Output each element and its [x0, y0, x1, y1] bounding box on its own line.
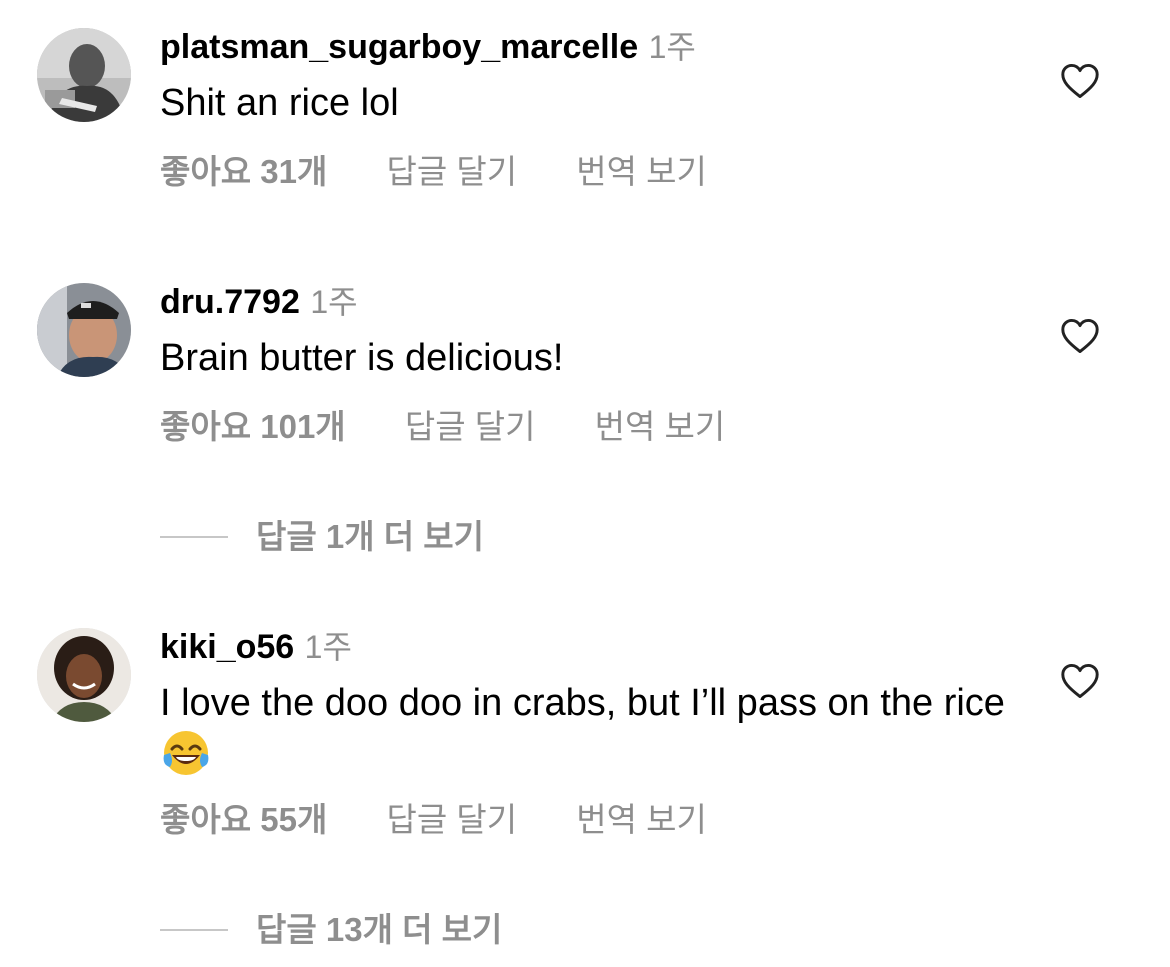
view-replies-button[interactable]: 답글 13개 더 보기 — [160, 913, 502, 946]
comment-header: kiki_o56 1주 — [160, 630, 352, 664]
laughing-tears-emoji-icon — [160, 727, 212, 779]
comment-text: I love the doo doo in crabs, but I’ll pa… — [160, 680, 1040, 781]
avatar-photo-icon — [37, 283, 131, 377]
comment-text-body: I love the doo doo in crabs, but I’ll pa… — [160, 682, 1005, 724]
comment-header: platsman_sugarboy_marcelle 1주 — [160, 30, 696, 64]
reply-button[interactable]: 답글 달기 — [387, 801, 518, 838]
username[interactable]: kiki_o56 — [160, 628, 294, 666]
username[interactable]: platsman_sugarboy_marcelle — [160, 28, 638, 66]
username[interactable]: dru.7792 — [160, 283, 300, 321]
view-replies-button[interactable]: 답글 1개 더 보기 — [160, 520, 484, 553]
comment-header: dru.7792 1주 — [160, 285, 358, 319]
heart-icon[interactable] — [1060, 63, 1100, 99]
likes-count[interactable]: 좋아요 101개 — [160, 408, 346, 445]
comment-actions: 좋아요 31개 답글 달기 번역 보기 — [160, 155, 757, 188]
timestamp: 1주 — [648, 29, 696, 65]
reply-button[interactable]: 답글 달기 — [405, 408, 536, 445]
comment-text: Brain butter is delicious! — [160, 337, 564, 379]
replies-divider — [160, 536, 228, 539]
likes-count[interactable]: 좋아요 55개 — [160, 801, 327, 838]
translate-button[interactable]: 번역 보기 — [595, 408, 726, 445]
comment-text: Shit an rice lol — [160, 82, 399, 124]
avatar[interactable] — [37, 283, 131, 377]
translate-button[interactable]: 번역 보기 — [576, 801, 707, 838]
reply-button[interactable]: 답글 달기 — [387, 153, 518, 190]
translate-button[interactable]: 번역 보기 — [576, 153, 707, 190]
heart-icon[interactable] — [1060, 318, 1100, 354]
avatar[interactable] — [37, 28, 131, 122]
timestamp: 1주 — [304, 629, 352, 665]
view-replies-label: 답글 1개 더 보기 — [256, 518, 485, 555]
view-replies-label: 답글 13개 더 보기 — [256, 911, 503, 948]
likes-count[interactable]: 좋아요 31개 — [160, 153, 327, 190]
comment-actions: 좋아요 101개 답글 달기 번역 보기 — [160, 410, 775, 443]
avatar-photo-icon — [37, 28, 131, 122]
heart-icon[interactable] — [1060, 663, 1100, 699]
replies-divider — [160, 929, 228, 932]
avatar[interactable] — [37, 628, 131, 722]
timestamp: 1주 — [310, 284, 358, 320]
avatar-photo-icon — [37, 628, 131, 722]
comment-actions: 좋아요 55개 답글 달기 번역 보기 — [160, 803, 757, 836]
